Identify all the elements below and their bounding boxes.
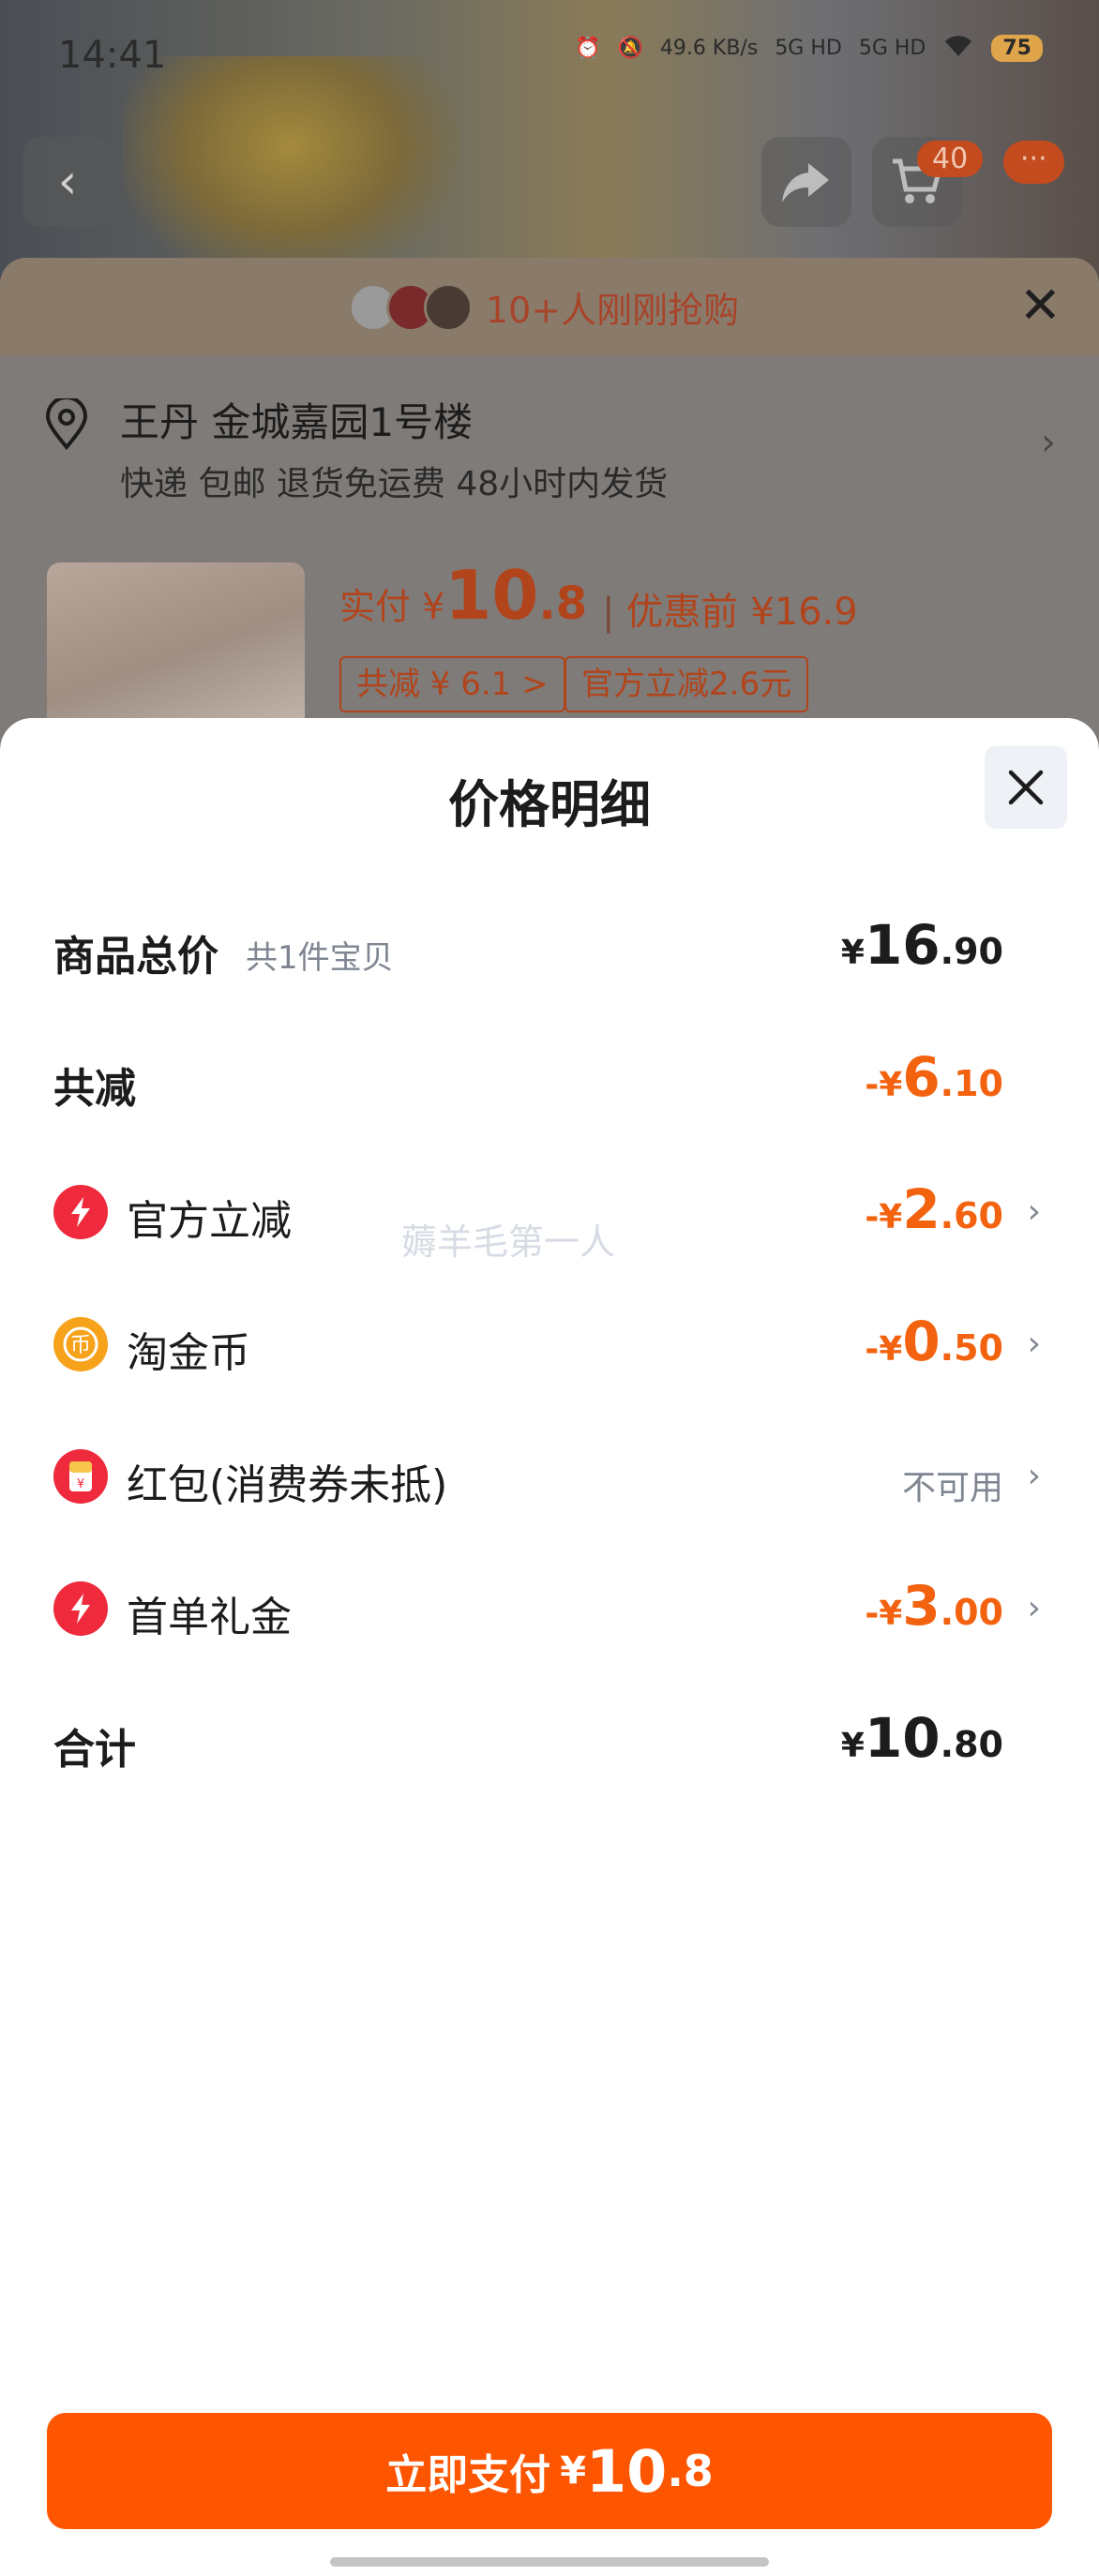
wifi-icon: [942, 32, 974, 64]
red-packet-icon: ¥: [53, 1449, 108, 1504]
row-grand-total: 合计 ¥10.80: [0, 1704, 1099, 1779]
more-button[interactable]: ···: [1003, 141, 1064, 184]
pay-button-dec: .8: [667, 2446, 714, 2496]
row-label: 共减: [53, 1065, 136, 1113]
row-label: 官方立减: [127, 1197, 292, 1245]
net-speed: 49.6 KB/s: [659, 36, 759, 60]
mute-icon: 🔕: [617, 36, 643, 60]
location-pin-icon: [45, 398, 88, 451]
alarm-icon: ⏰: [575, 36, 601, 60]
row-label: 首单礼金: [127, 1594, 292, 1641]
amount-dec: .50: [940, 1327, 1003, 1369]
pre-discount-price-text: 优惠前 ¥16.9: [625, 591, 858, 634]
close-icon[interactable]: ✕: [1019, 280, 1061, 331]
amount-dec: .60: [940, 1195, 1003, 1236]
amount-int: 0: [902, 1310, 941, 1373]
row-label: 红包(消费券未抵): [127, 1461, 448, 1509]
status-bar: 14:41 ⏰ 🔕 49.6 KB/s 5G HD 5G HD 75: [0, 0, 1099, 112]
amount-int: 10: [864, 1706, 941, 1770]
recent-buyers-bar: 10+人刚刚抢购 ✕: [0, 258, 1099, 356]
chevron-right-icon: ›: [1041, 421, 1056, 464]
svg-text:¥: ¥: [77, 1477, 84, 1491]
amount-int: 3: [902, 1574, 941, 1638]
row-amount: -¥3.00: [865, 1574, 1003, 1638]
row-amount: -¥2.60: [865, 1177, 1003, 1241]
home-indicator: [330, 2557, 769, 2567]
amount-int: 16: [864, 913, 941, 977]
row-total-discount: 共减 -¥6.10: [0, 1043, 1099, 1118]
real-price-int: 10: [444, 556, 539, 635]
recent-buyers-text: 10+人刚刚抢购: [485, 290, 740, 331]
amount-int: 6: [902, 1045, 941, 1109]
address-name: 王丹 金城嘉园1号楼: [120, 399, 474, 445]
chevron-right-icon: ›: [1027, 1457, 1041, 1495]
real-price: 实付 ¥10.8: [339, 556, 587, 635]
row-amount: ¥16.90: [841, 913, 1003, 977]
row-amount: ¥10.80: [841, 1706, 1003, 1770]
cart-count-badge: 40: [917, 141, 984, 177]
amount-int: 2: [902, 1177, 941, 1241]
svg-text:币: 币: [70, 1334, 91, 1357]
lightning-icon: [53, 1185, 108, 1239]
signal-2: 5G HD: [858, 36, 926, 60]
buyer-avatars: [348, 282, 473, 332]
row-status: 不可用: [901, 1469, 1003, 1507]
pre-discount-price: | 优惠前 ¥16.9: [602, 591, 858, 634]
amount-symbol: -¥: [865, 1198, 903, 1236]
amount-symbol: -¥: [865, 1595, 903, 1633]
coin-icon: 币: [53, 1317, 108, 1371]
row-amount: -¥6.10: [865, 1045, 1003, 1109]
row-first-order-gift[interactable]: 首单礼金 -¥3.00 ›: [0, 1572, 1099, 1647]
chevron-right-icon: ›: [1027, 1192, 1041, 1231]
watermark: 薅羊毛第一人: [401, 1221, 616, 1263]
amount-dec: .00: [940, 1592, 1003, 1633]
amount-dec: .80: [940, 1724, 1003, 1765]
amount-dec: .10: [940, 1063, 1003, 1104]
battery-indicator: 75: [991, 34, 1043, 62]
row-sub: 共1件宝贝: [246, 939, 394, 977]
row-red-packet[interactable]: ¥ 红包(消费券未抵) 不可用 ›: [0, 1440, 1099, 1515]
pay-button-symbol: ¥: [560, 2449, 587, 2493]
amount-dec: .90: [940, 931, 1003, 972]
chevron-right-icon: ›: [1027, 1589, 1041, 1627]
discount-chip[interactable]: 共减 ¥ 6.1 >: [339, 656, 565, 712]
share-icon: [782, 163, 829, 202]
official-discount-chip: 官方立减2.6元: [565, 656, 809, 712]
real-price-dec: .8: [538, 577, 588, 630]
row-label: 商品总价: [53, 933, 218, 981]
status-icons: ⏰ 🔕 49.6 KB/s 5G HD 5G HD 75: [575, 32, 1043, 64]
real-price-label: 实付 ¥: [339, 586, 445, 627]
row-amount: -¥0.50: [865, 1310, 1003, 1373]
row-label: 合计: [53, 1726, 136, 1774]
amount-symbol: -¥: [865, 1066, 903, 1104]
chevron-left-icon: ‹: [57, 154, 78, 210]
lightning-icon: [53, 1581, 108, 1636]
pay-button-int: 10: [586, 2436, 668, 2506]
row-taojinbi[interactable]: 币 淘金币 -¥0.50 ›: [0, 1308, 1099, 1383]
close-icon: [1008, 770, 1044, 805]
modal-title: 价格明细: [448, 775, 651, 834]
amount-symbol: ¥: [840, 934, 865, 972]
price-detail-modal: 价格明细 商品总价 共1件宝贝 ¥16.90 共减 -¥6.10 官方立减 -¥…: [0, 718, 1099, 2576]
row-label: 淘金币: [127, 1329, 250, 1377]
signal-1: 5G HD: [775, 36, 842, 60]
share-button[interactable]: [761, 137, 851, 227]
order-sheet: 10+人刚刚抢购 ✕ 王丹 金城嘉园1号楼 快递 包邮 退货免运费 48小时内发…: [0, 258, 1099, 750]
pay-button-label: 立即支付: [385, 2451, 551, 2499]
status-time: 14:41: [58, 34, 167, 77]
chevron-right-icon: ›: [1027, 1325, 1041, 1363]
pay-now-button[interactable]: 立即支付 ¥ 10 .8: [47, 2413, 1052, 2529]
back-button[interactable]: ‹: [23, 137, 113, 227]
row-total-goods: 商品总价 共1件宝贝 ¥16.90: [0, 911, 1099, 986]
modal-close-button[interactable]: [985, 746, 1067, 829]
amount-symbol: -¥: [865, 1330, 903, 1369]
amount-symbol: ¥: [840, 1727, 865, 1765]
delivery-info: 快递 包邮 退货免运费 48小时内发货: [120, 465, 669, 503]
avatar: [423, 282, 473, 332]
